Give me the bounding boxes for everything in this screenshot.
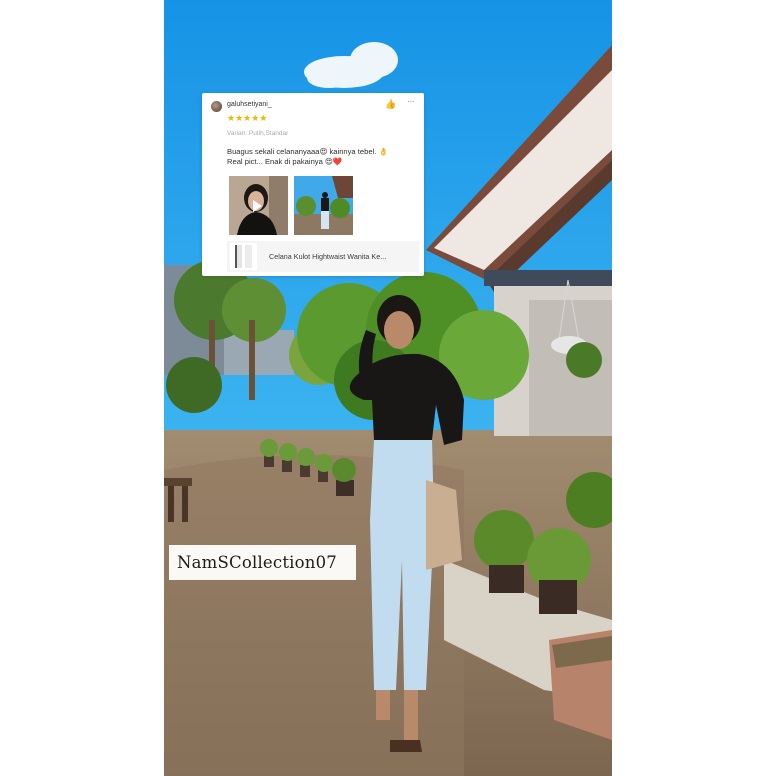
play-icon (253, 200, 262, 212)
reviewer-avatar (211, 101, 222, 112)
more-icon[interactable]: ··· (407, 97, 415, 107)
reviewer-username: galuhsetiyani_ (227, 101, 272, 108)
review-card: galuhsetiyani_ 👍 ··· ★★★★★ Varian: Putih… (202, 93, 424, 276)
review-photo-thumbnail[interactable] (294, 176, 353, 235)
review-product-link[interactable]: Celana Kulot Hightwaist Wanita Ke... (227, 241, 419, 272)
review-variant: Varian: Putih,Standar (227, 130, 289, 137)
rating-stars: ★★★★★ (227, 113, 268, 123)
product-photo: galuhsetiyani_ 👍 ··· ★★★★★ Varian: Putih… (164, 0, 612, 776)
review-text-line: Real pict... Enak di pakainya 😍❤️ (227, 157, 343, 166)
thumbs-up-icon[interactable]: 👍 (385, 99, 396, 109)
review-video-thumbnail[interactable] (229, 176, 288, 235)
shop-name: NamSCollection07 (177, 553, 338, 572)
photo-thumbnail-image (294, 176, 353, 235)
review-text-line: Buagus sekali celananyaaa😍 kainnya tebel… (227, 147, 388, 156)
product-name: Celana Kulot Hightwaist Wanita Ke... (269, 252, 387, 261)
product-thumbnail (230, 243, 257, 270)
stool (164, 478, 192, 486)
shop-name-label: NamSCollection07 (169, 545, 356, 580)
review-text: Buagus sekali celananyaaa😍 kainnya tebel… (227, 147, 417, 167)
